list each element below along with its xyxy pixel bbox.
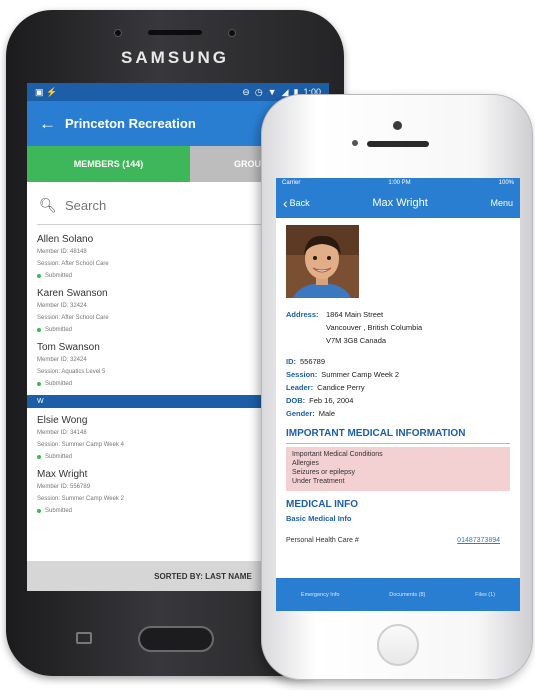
status-dot-icon [37,328,41,332]
status-dot-icon [37,274,41,278]
wifi-icon: ▼ [267,87,277,97]
field-label: ID: [286,357,296,366]
medical-section-title: IMPORTANT MEDICAL INFORMATION [286,428,466,439]
field-gender: Gender: Male [286,409,510,418]
status-text: Submitted [45,454,73,460]
status-dot-icon [37,382,41,386]
recent-apps-icon[interactable] [76,632,92,644]
address-line: Vancouver , British Columbia [326,323,423,332]
status-time: 1:00 PM [388,180,411,186]
toolbar-title: Princeton Recreation [65,116,196,131]
back-button[interactable]: ‹ Back [283,196,310,210]
battery-text: 100% [498,180,514,186]
field-session: Session: Summer Camp Week 2 [286,370,510,379]
brand-logo: SAMSUNG [121,48,229,67]
field-dob: DOB: Feb 16, 2004 [286,396,510,405]
field-value: Feb 16, 2004 [309,396,354,405]
medical-item: Under Treatment [292,478,345,485]
health-card-value[interactable]: 01487373894 [457,537,500,544]
health-card-row: Personal Health Care # 01487373894 [286,537,510,544]
profile-body: Address: 1864 Main Street Vancouver , Br… [276,218,520,544]
ios-screen: Carrier 1:00 PM 100% ‹ Back Max Wright M… [276,178,520,611]
address-block: Address: 1864 Main Street Vancouver , Br… [286,310,510,349]
chevron-left-icon: ‹ [283,195,288,211]
field-value: Summer Camp Week 2 [321,370,400,379]
ios-tab-bar: Emergency Info Documents (8) Files (1) [276,578,520,611]
home-button[interactable] [377,624,419,666]
field-value: Male [318,409,336,418]
field-value: Candice Perry [317,383,365,392]
front-camera [114,29,122,37]
sensor [228,29,236,37]
tab-members[interactable]: MEMBERS (144) [27,146,190,182]
status-text: Submitted [45,273,73,279]
sensor [352,140,358,146]
carrier-text: Carrier [282,180,301,186]
medical-info-title: MEDICAL INFO [286,499,359,510]
field-id: ID: 556789 [286,357,510,366]
tab-documents[interactable]: Documents (8) [389,592,425,598]
bolt-icon: ⚡ [46,86,58,97]
back-label: Back [289,198,310,208]
member-photo [286,225,359,298]
status-dot-icon [37,455,41,459]
back-arrow-icon[interactable]: ← [39,114,65,134]
medical-item: Seizures or epilepsy [292,469,356,476]
address-lines: 1864 Main Street Vancouver , British Col… [326,310,422,349]
front-camera [393,121,402,130]
field-value: 556789 [300,357,326,366]
nav-title: Max Wright [372,197,428,209]
address-line: V7M 3G8 Canada [326,336,387,345]
tab-emergency-info[interactable]: Emergency Info [301,592,340,598]
section-separator [286,443,510,444]
image-icon: ▣ [35,86,44,97]
earpiece-speaker [148,30,202,35]
field-label: Leader: [286,383,314,392]
menu-button[interactable]: Menu [490,198,513,208]
child-portrait-icon [286,225,359,298]
alarm-icon: ◷ [254,86,263,97]
status-text: Submitted [45,381,73,387]
status-dot-icon [37,509,41,513]
field-label: Gender: [286,409,315,418]
address-label: Address: [286,310,319,319]
medical-item: Allergies [292,460,319,467]
medical-alert-box[interactable]: Important Medical Conditions Allergies S… [286,447,510,491]
health-card-label: Personal Health Care # [286,537,359,544]
marketing-stage: SAMSUNG ▣ ⚡ ⊖ ◷ ▼ ◢ ▮ 1:00 ← Princeton R [0,0,535,690]
notification-icons: ▣ ⚡ [35,87,57,98]
status-text: Submitted [45,508,73,514]
iphone: Carrier 1:00 PM 100% ‹ Back Max Wright M… [261,94,533,680]
search-input[interactable] [65,197,265,213]
home-button[interactable] [138,626,214,652]
status-text: Submitted [45,327,73,333]
basic-medical-info-link[interactable]: Basic Medical Info [286,514,510,523]
earpiece-speaker [367,141,429,147]
ios-status-bar: Carrier 1:00 PM 100% [276,178,520,188]
field-label: DOB: [286,396,306,405]
field-label: Session: [286,370,318,379]
search-icon: 🔍︎ [39,196,57,213]
field-leader: Leader: Candice Perry [286,383,510,392]
ios-nav-bar: ‹ Back Max Wright Menu [276,188,520,218]
sync-icon: ⊖ [242,86,250,97]
address-line: 1864 Main Street [326,310,384,319]
tab-files[interactable]: Files (1) [475,592,495,598]
medical-item: Important Medical Conditions [292,451,383,458]
